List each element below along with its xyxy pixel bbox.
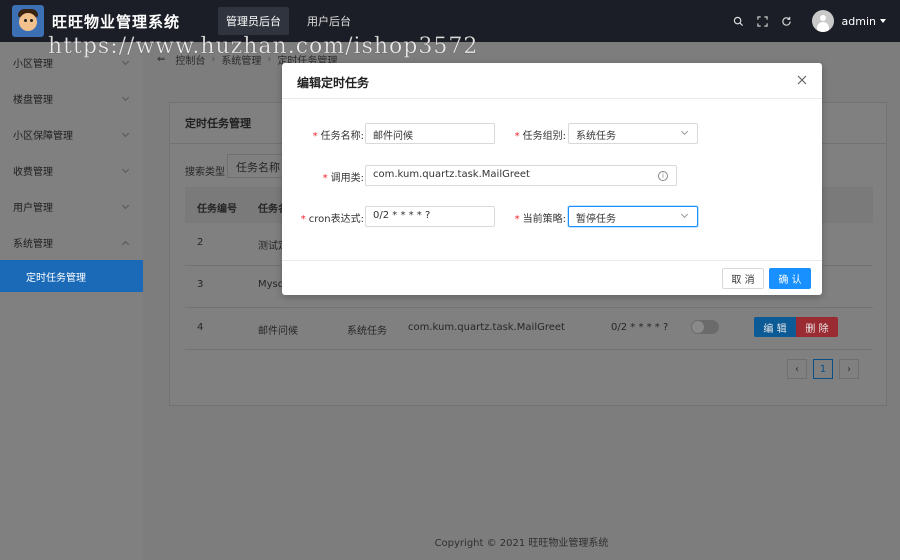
header-tools: admin (722, 10, 886, 32)
table-cell: 0/2 * * * * ? (611, 322, 669, 333)
sidebar-item-scheduled-tasks[interactable]: 定时任务管理 (0, 260, 143, 292)
chevron-down-icon (121, 129, 130, 138)
invoke-class-label: * 调用类: (322, 173, 364, 184)
info-icon[interactable]: i (658, 171, 668, 181)
user-name[interactable]: admin (842, 15, 876, 28)
chevron-down-icon (121, 57, 130, 66)
breadcrumb-item[interactable]: 控制台 (175, 52, 205, 67)
sidebar-item-billing[interactable]: 收费管理 (0, 152, 143, 188)
cron-label: * cron表达式: (300, 214, 364, 225)
policy-select[interactable]: 暂停任务 (568, 206, 698, 227)
sidebar-item-label: 用户管理 (13, 202, 53, 214)
sidebar-item-building[interactable]: 楼盘管理 (0, 80, 143, 116)
table-cell: 邮件问候 (258, 326, 298, 337)
refresh-icon[interactable] (780, 14, 794, 28)
app-logo (12, 5, 44, 37)
delete-button[interactable]: 删 除 (796, 317, 838, 337)
close-icon[interactable] (796, 74, 808, 86)
footer-copyright: Copyright © 2021 旺旺物业管理系统 (434, 538, 609, 549)
sidebar-item-label: 小区管理 (13, 58, 53, 70)
sidebar-item-label: 系统管理 (13, 238, 53, 250)
chevron-down-icon (680, 127, 689, 136)
table-cell: 4 (197, 322, 204, 333)
table-cell: 系统任务 (347, 326, 387, 337)
modal-title: 编辑定时任务 (297, 76, 370, 90)
fullscreen-icon[interactable] (756, 14, 770, 28)
chevron-down-icon (680, 210, 689, 219)
invoke-class-input[interactable]: com.kum.quartz.task.MailGreet i (365, 165, 677, 186)
user-avatar[interactable] (811, 10, 834, 32)
sidebar-item-label: 小区保障管理 (13, 130, 73, 142)
nav-user-backend[interactable]: 用户后台 (299, 7, 359, 35)
sidebar-item-users[interactable]: 用户管理 (0, 188, 143, 224)
top-header: 旺旺物业管理系统 管理员后台 用户后台 admin (0, 0, 900, 42)
prev-page-button[interactable]: ‹ (787, 359, 807, 379)
confirm-button[interactable]: 确 认 (769, 268, 811, 289)
task-group-select[interactable]: 系统任务 (568, 123, 698, 144)
task-name-label: * 任务名称: (312, 131, 364, 142)
search-icon[interactable] (732, 14, 746, 28)
column-header: 任务编号 (197, 204, 237, 215)
chevron-up-icon (121, 240, 130, 249)
task-name-input[interactable]: 邮件问候 (365, 123, 495, 144)
policy-label: * 当前策略: (514, 214, 566, 225)
sidebar-item-system[interactable]: 系统管理 (0, 224, 143, 260)
task-group-label: * 任务组别: (514, 131, 566, 142)
sidebar-item-label: 楼盘管理 (13, 94, 53, 106)
page-number-button[interactable]: 1 (813, 359, 833, 379)
card-title: 定时任务管理 (185, 117, 251, 130)
status-toggle[interactable] (691, 320, 719, 334)
cancel-button[interactable]: 取 消 (722, 268, 764, 289)
table-cell: 2 (197, 237, 204, 248)
nav-admin-backend[interactable]: 管理员后台 (218, 7, 290, 35)
sidebar-item-label: 收费管理 (13, 166, 53, 178)
edit-button[interactable]: 编 辑 (754, 317, 796, 337)
chevron-down-icon (121, 201, 130, 210)
cron-input[interactable]: 0/2 * * * * ? (365, 206, 495, 227)
table-cell: Mysq (258, 279, 285, 290)
app-title: 旺旺物业管理系统 (52, 12, 181, 31)
chevron-down-icon (121, 165, 130, 174)
top-nav: 管理员后台 用户后台 (218, 7, 369, 35)
table-cell: com.kum.quartz.task.MailGreet (408, 322, 565, 333)
next-page-button[interactable]: › (839, 359, 859, 379)
sidebar-item-maintenance[interactable]: 小区保障管理 (0, 116, 143, 152)
chevron-down-icon (121, 93, 130, 102)
breadcrumb-item[interactable]: 系统管理 (221, 52, 261, 67)
chevron-down-icon[interactable] (880, 19, 886, 23)
edit-task-modal: 编辑定时任务 * 任务名称: 邮件问候 * 任务组别: 系统任务 * 调用类: com… (282, 63, 822, 295)
sidebar-item-community[interactable]: 小区管理 (0, 44, 143, 80)
search-type-label: 搜索类型 (185, 167, 225, 178)
table-cell: 3 (197, 279, 204, 290)
collapse-menu-icon[interactable]: ⇐ (157, 54, 165, 65)
sidebar: 小区管理 楼盘管理 小区保障管理 收费管理 用户管理 系统管理 定时任务管理 (0, 42, 143, 560)
